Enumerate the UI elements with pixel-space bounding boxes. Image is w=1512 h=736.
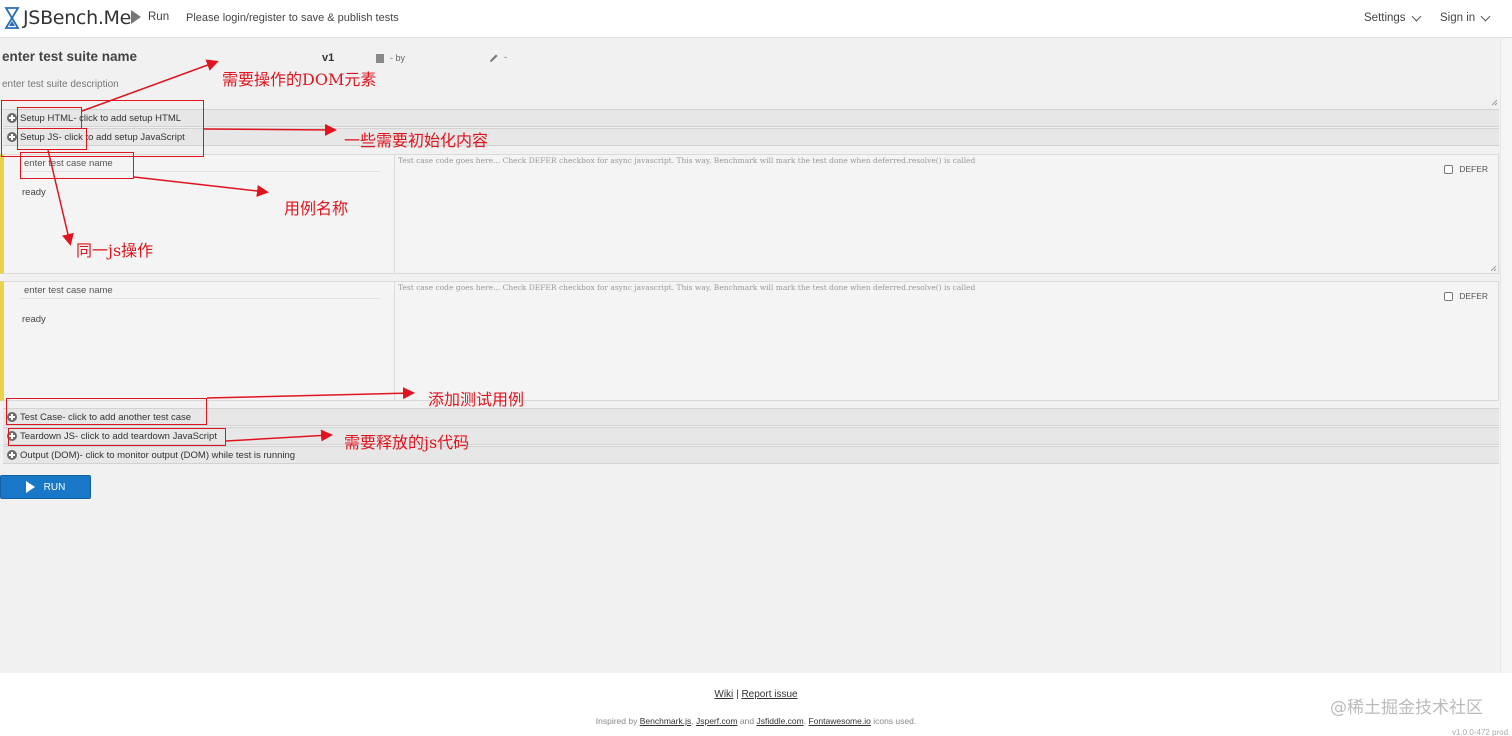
- test-case-1: enter test case name ready Test case cod…: [0, 154, 1499, 274]
- checkbox-icon: [1444, 164, 1454, 174]
- run-button-label: RUN: [43, 481, 66, 493]
- chevron-down-icon: [1480, 11, 1491, 21]
- benchmark-link[interactable]: Benchmark.js: [640, 716, 692, 726]
- brand-logo[interactable]: JSBench.Me: [4, 5, 131, 31]
- annotation-box-add-case: [6, 398, 207, 425]
- test-case-code-editor[interactable]: Test case code goes here... Check DEFER …: [398, 156, 975, 165]
- fontawesome-link[interactable]: Fontawesome.io: [808, 716, 870, 726]
- defer-label: DEFER: [1459, 164, 1488, 174]
- signin-menu[interactable]: Sign in: [1440, 11, 1491, 24]
- settings-label: Settings: [1364, 12, 1406, 24]
- test-case-status: ready: [22, 187, 46, 198]
- annotation-box-teardown: [8, 428, 226, 446]
- defer-checkbox[interactable]: DEFER: [1444, 291, 1488, 301]
- annotation-dom-elements: 需要操作的DOM元素: [222, 70, 377, 89]
- defer-label: DEFER: [1459, 291, 1488, 301]
- nav-run-button[interactable]: Run: [131, 10, 169, 24]
- run-button[interactable]: RUN: [0, 475, 91, 499]
- brand-name: JSBench.Me: [23, 7, 132, 29]
- teardown-js-section[interactable]: Teardown JS - click to add teardown Java…: [3, 427, 1499, 445]
- suite-name-input[interactable]: enter test suite name: [2, 49, 137, 64]
- document-icon: [376, 54, 384, 63]
- pencil-icon[interactable]: [489, 53, 499, 63]
- output-dom-hint: - click to monitor output (DOM) while te…: [79, 449, 296, 461]
- defer-checkbox[interactable]: DEFER: [1444, 164, 1488, 174]
- signin-label: Sign in: [1440, 12, 1476, 24]
- jsperf-link[interactable]: Jsperf.com: [696, 716, 738, 726]
- and-text: and: [739, 716, 755, 726]
- watermark: @稀土掘金技术社区: [1330, 698, 1483, 718]
- annotation-case-name: 用例名称: [284, 199, 349, 218]
- play-icon: [25, 481, 35, 493]
- checkbox-icon: [1444, 291, 1454, 301]
- resize-handle-icon[interactable]: [1490, 265, 1497, 272]
- jsfiddle-link[interactable]: Jsfiddle.com: [756, 716, 803, 726]
- suite-version: v1: [322, 52, 335, 64]
- top-nav: JSBench.Me Run Please login/register to …: [0, 0, 1512, 38]
- plus-circle-icon: [7, 450, 17, 460]
- version-text: v1.0.0-472 prod: [1452, 728, 1509, 736]
- login-prompt[interactable]: Please login/register to save & publish …: [186, 12, 399, 24]
- icons-used-text: icons used.: [873, 716, 917, 726]
- resize-handle-icon[interactable]: [1491, 99, 1498, 106]
- wiki-link[interactable]: Wiki: [714, 689, 733, 700]
- annotation-add-case: 添加测试用例: [428, 390, 525, 409]
- settings-menu[interactable]: Settings: [1364, 11, 1422, 24]
- annotation-box-case-name: [20, 152, 134, 179]
- test-case-name-input[interactable]: enter test case name: [20, 285, 380, 299]
- setup-js-section[interactable]: Setup JS - click to add setup JavaScript: [3, 128, 1499, 146]
- setup-html-section[interactable]: Setup HTML - click to add setup HTML: [3, 109, 1499, 127]
- annotation-same-js: 同一js操作: [76, 241, 154, 260]
- report-issue-link[interactable]: Report issue: [741, 689, 797, 700]
- add-test-case-section[interactable]: Test Case - click to add another test ca…: [3, 408, 1499, 426]
- output-dom-title: Output (DOM): [20, 449, 80, 461]
- test-case-2: enter test case name ready Test case cod…: [0, 281, 1499, 401]
- suite-pencil-suffix: -: [504, 52, 507, 62]
- suite-author: - by: [390, 53, 406, 63]
- scrollbar[interactable]: [1500, 39, 1512, 673]
- test-case-info: enter test case name ready: [4, 282, 395, 400]
- test-case-status: ready: [22, 314, 46, 325]
- output-dom-section[interactable]: Output (DOM) - click to monitor output (…: [3, 446, 1499, 464]
- footer-credit: Inspired by Benchmark.js, Jsperf.com and…: [595, 716, 917, 726]
- annotation-init-content: 一些需要初始化内容: [344, 131, 489, 150]
- footer-links: Wiki | Report issue: [0, 689, 1512, 700]
- annotation-box-setup-html: [17, 107, 82, 129]
- test-case-code-editor[interactable]: Test case code goes here... Check DEFER …: [398, 283, 975, 292]
- annotation-release-js: 需要释放的js代码: [344, 433, 470, 452]
- inspired-prefix: Inspired by: [595, 716, 638, 726]
- play-icon: [131, 10, 141, 24]
- annotation-box-setup-js: [17, 128, 87, 150]
- hourglass-icon: [4, 7, 20, 29]
- chevron-down-icon: [1411, 11, 1422, 21]
- nav-run-label: Run: [148, 11, 170, 23]
- suite-description-input[interactable]: enter test suite description: [2, 79, 119, 90]
- footer-separator: |: [736, 689, 739, 700]
